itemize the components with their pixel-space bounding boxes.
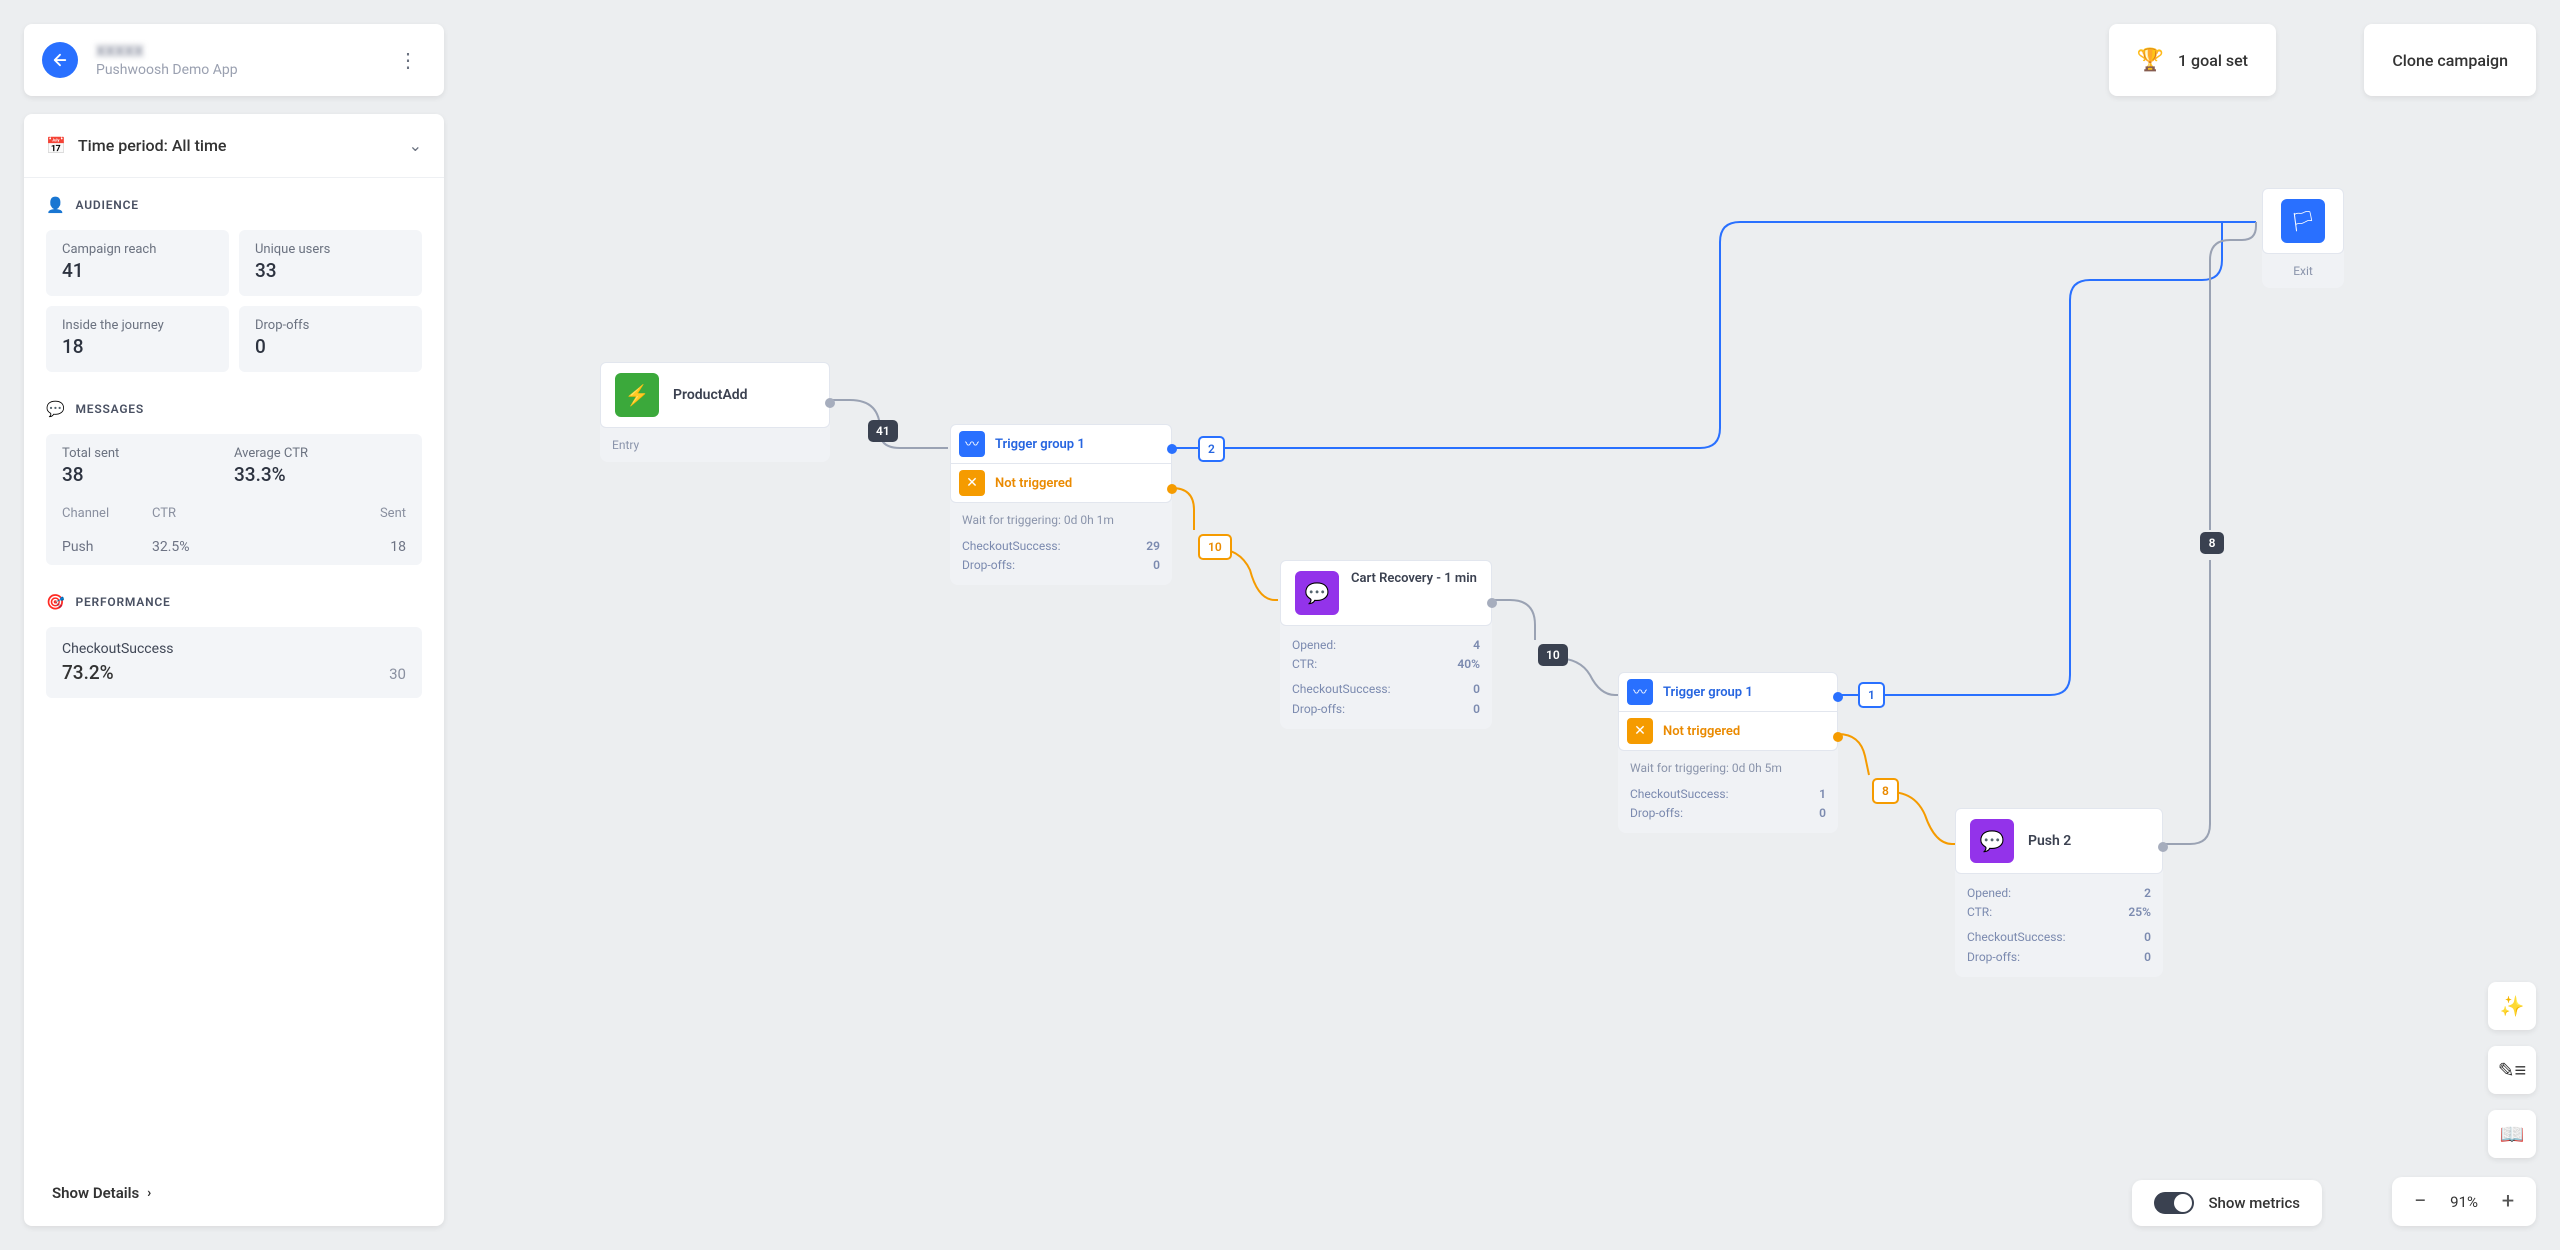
pulse-icon: 〰 <box>959 431 985 457</box>
zoom-out-button[interactable]: − <box>2410 1189 2430 1214</box>
badge-count: 10 <box>1198 534 1232 560</box>
node-exit[interactable]: 🏳 Exit <box>2262 188 2344 288</box>
flag-icon: 🏳 <box>2281 199 2325 243</box>
docs-button[interactable]: 📖 <box>2488 1110 2536 1158</box>
book-icon: 📖 <box>2500 1122 2525 1146</box>
node-entry[interactable]: ⚡ ProductAdd Entry <box>600 362 830 462</box>
zoom-in-button[interactable]: + <box>2498 1189 2518 1214</box>
badge-count: 8 <box>1872 778 1899 804</box>
magic-wand-icon: ✨ <box>2500 994 2525 1018</box>
node-push-2[interactable]: 💬 Push 2 Opened:2 CTR:25% CheckoutSucces… <box>1955 808 2163 977</box>
badge-count: 10 <box>1538 644 1568 666</box>
port-out <box>825 398 835 408</box>
port-triggered <box>1167 444 1177 454</box>
node-trigger-group-2[interactable]: 〰 Trigger group 1 ✕ Not triggered Wait f… <box>1618 672 1838 833</box>
show-metrics-toggle[interactable]: Show metrics <box>2132 1180 2322 1226</box>
port-not-triggered <box>1167 484 1177 494</box>
x-icon: ✕ <box>959 470 985 496</box>
port-out <box>1487 598 1497 608</box>
port-triggered <box>1833 692 1843 702</box>
zoom-controls: − 91% + <box>2392 1177 2536 1226</box>
zoom-level: 91% <box>2450 1193 2478 1211</box>
message-icon: 💬 <box>1295 571 1339 615</box>
pulse-icon: 〰 <box>1627 679 1653 705</box>
node-cart-recovery[interactable]: 💬 Cart Recovery - 1 min Opened:4 CTR:40%… <box>1280 560 1492 729</box>
badge-count: 1 <box>1858 682 1885 708</box>
magic-wand-button[interactable]: ✨ <box>2488 982 2536 1030</box>
port-not-triggered <box>1833 732 1843 742</box>
bolt-icon: ⚡ <box>615 373 659 417</box>
badge-count: 2 <box>1198 436 1225 462</box>
message-icon: 💬 <box>1970 819 2014 863</box>
badge-count: 41 <box>868 420 898 442</box>
edit-list-button[interactable]: ✎≡ <box>2488 1046 2536 1094</box>
badge-count: 8 <box>2200 532 2224 554</box>
port-out <box>2158 842 2168 852</box>
toggle-switch[interactable] <box>2154 1192 2194 1214</box>
pencil-list-icon: ✎≡ <box>2498 1058 2526 1083</box>
x-icon: ✕ <box>1627 718 1653 744</box>
node-trigger-group-1[interactable]: 〰 Trigger group 1 ✕ Not triggered Wait f… <box>950 424 1172 585</box>
